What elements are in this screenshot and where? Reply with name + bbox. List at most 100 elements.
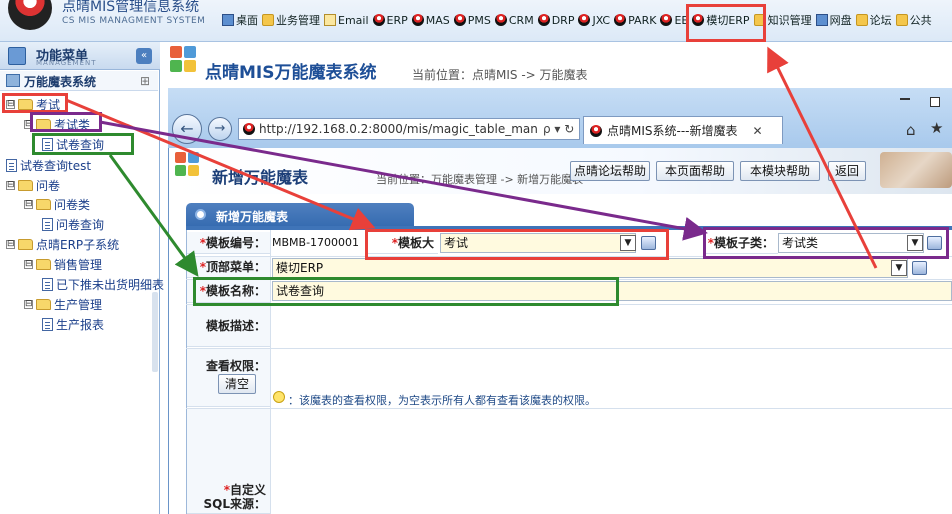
picker-icon[interactable] xyxy=(641,236,656,250)
tree-item[interactable]: 生产报表 xyxy=(42,316,104,333)
nav-item[interactable]: 模切ERP xyxy=(692,12,750,28)
menu-icon xyxy=(8,47,26,65)
tree-item[interactable]: 问卷查询 xyxy=(42,216,104,233)
tree-item[interactable]: ⊟ 销售管理 xyxy=(24,256,102,273)
sql-source-textarea[interactable] xyxy=(271,409,952,514)
collapse-toggle-icon[interactable]: ⊟ xyxy=(6,240,15,249)
nav-item[interactable]: PMS xyxy=(453,12,491,28)
chevron-down-icon[interactable]: ▼ xyxy=(907,235,923,251)
nav-item[interactable]: MAS xyxy=(411,12,450,28)
nav-item[interactable]: 业务管理 xyxy=(262,12,320,28)
nav-item-label: JXC xyxy=(592,13,611,27)
nav-item[interactable]: EE xyxy=(660,12,688,28)
form-panel-title: 新增万能魔表 xyxy=(216,210,289,224)
folder-icon xyxy=(18,180,33,191)
collapse-button[interactable]: « xyxy=(136,48,152,64)
nav-item-label: 网盘 xyxy=(829,14,852,27)
category-select[interactable]: 考试 xyxy=(440,233,636,253)
description-label: 模板描述： xyxy=(187,305,270,347)
nav-item-label: PARK xyxy=(628,13,657,27)
bulb-icon xyxy=(273,391,285,403)
description-textarea[interactable] xyxy=(271,305,952,347)
nav-item[interactable]: PARK xyxy=(614,12,656,28)
chevron-down-icon[interactable]: ▼ xyxy=(891,260,907,276)
nav-item[interactable]: 论坛 xyxy=(855,12,892,28)
tree-item[interactable]: ⊟ 问卷 xyxy=(6,177,60,194)
nav-item-label: EE xyxy=(674,13,689,27)
top-menu-select[interactable]: 模切ERP xyxy=(272,258,908,278)
drive-icon xyxy=(815,14,828,26)
home-icon[interactable]: ⌂ xyxy=(906,121,916,139)
pin-icon[interactable]: ⊞ xyxy=(140,74,150,88)
picker-icon[interactable] xyxy=(912,261,927,275)
close-icon[interactable]: ✕ xyxy=(753,124,763,138)
subcategory-select[interactable]: 考试类 xyxy=(778,233,924,253)
top-bar: 点晴MIS管理信息系统 CS MIS MANAGMENT SYSTEM 桌面 业务… xyxy=(0,0,952,42)
back-link-button[interactable]: 返回 xyxy=(828,161,866,181)
nav-item-label: MAS xyxy=(425,13,450,27)
nav-item[interactable]: Email xyxy=(324,12,369,28)
divider xyxy=(186,256,952,257)
template-name-input[interactable]: 试卷查询 xyxy=(272,281,952,301)
menu-subtitle: MANAGEMENT xyxy=(36,59,97,67)
page-help-button[interactable]: 本页面帮助 xyxy=(656,161,734,181)
tree-item[interactable]: ⊟ 问卷类 xyxy=(24,196,90,213)
tree-item[interactable]: ⊟ 生产管理 xyxy=(24,296,102,313)
tree-item[interactable]: 已下推未出货明细表 xyxy=(42,276,164,293)
top-menu-label: *顶部菜单： xyxy=(187,257,270,278)
address-bar[interactable]: http://192.168.0.2:8000/mis/magic_table_… xyxy=(238,118,580,140)
tree-item[interactable]: ⊟ 点晴ERP子系统 xyxy=(6,236,119,253)
minimize-icon[interactable] xyxy=(900,98,910,100)
forum-help-button[interactable]: 点晴论坛帮助 xyxy=(570,161,650,181)
picker-icon[interactable] xyxy=(927,236,942,250)
chevron-down-icon[interactable]: ▼ xyxy=(620,235,636,251)
tree-item-label: 问卷 xyxy=(36,179,61,193)
inner-page-title: 新增万能魔表 xyxy=(212,168,309,187)
collapse-toggle-icon[interactable]: ⊟ xyxy=(24,260,33,269)
module-help-button[interactable]: 本模块帮助 xyxy=(740,161,820,181)
folder-icon xyxy=(18,99,33,110)
tree-item-label: 点晴ERP子系统 xyxy=(36,238,120,252)
maximize-icon[interactable] xyxy=(930,97,940,107)
nav-item-label: 桌面 xyxy=(236,14,258,27)
clear-button[interactable]: 清空 xyxy=(218,374,256,394)
tree-item[interactable]: ⊟ 考试类 xyxy=(24,116,90,133)
nav-item-label: CRM xyxy=(508,13,534,27)
browser-tab[interactable]: 点晴MIS系统---新增魔表 ✕ xyxy=(583,116,783,144)
collapse-toggle-icon[interactable]: ⊟ xyxy=(24,200,33,209)
permission-textarea[interactable] xyxy=(271,349,952,387)
star-icon[interactable]: ★ xyxy=(930,119,943,137)
collapse-toggle-icon[interactable]: ⊟ xyxy=(24,120,33,129)
tree-item[interactable]: ⊟ 考试 xyxy=(6,96,60,113)
tree-header-label: 万能魔表系统 xyxy=(24,75,97,89)
collapse-toggle-icon[interactable]: ⊟ xyxy=(6,100,15,109)
scrollbar[interactable] xyxy=(152,292,158,372)
document-icon xyxy=(42,318,53,331)
forum-icon xyxy=(855,14,868,26)
nav-item[interactable]: JXC xyxy=(578,12,610,28)
collapse-toggle-icon[interactable]: ⊟ xyxy=(6,181,15,190)
nav-item[interactable]: 桌面 xyxy=(222,12,258,28)
breadcrumb: 当前位置：点晴MIS -> 万能魔表 xyxy=(412,68,588,82)
tree-item[interactable]: 试卷查询 xyxy=(42,136,104,153)
tree-item[interactable]: 试卷查询test xyxy=(6,157,91,174)
nav-item[interactable]: DRP xyxy=(537,12,574,28)
nav-item[interactable]: ERP xyxy=(372,12,408,28)
nav-item[interactable]: 网盘 xyxy=(815,12,852,28)
nav-item-label: 公共 xyxy=(909,14,932,27)
back-button[interactable]: ← xyxy=(172,114,202,144)
url-text[interactable]: http://192.168.0.2:8000/mis/magic_table_… xyxy=(259,122,539,136)
nav-item[interactable]: 知识管理 xyxy=(753,12,812,28)
document-icon xyxy=(42,218,53,231)
panel-bullet-icon xyxy=(195,209,206,220)
collapse-toggle-icon[interactable]: ⊟ xyxy=(24,300,33,309)
nav-item-label: 业务管理 xyxy=(276,14,320,27)
nav-item-label: PMS xyxy=(467,13,491,27)
forward-button[interactable]: → xyxy=(208,117,232,141)
search-refresh-icon[interactable]: ρ ▾ ↻ xyxy=(543,122,574,136)
nav-item[interactable]: 公共 xyxy=(895,12,932,28)
tree-header[interactable]: 万能魔表系统 ⊞ xyxy=(0,71,158,91)
tree-item-label: 试卷查询 xyxy=(56,138,105,152)
ball-icon xyxy=(660,14,673,26)
nav-item[interactable]: CRM xyxy=(494,12,534,28)
